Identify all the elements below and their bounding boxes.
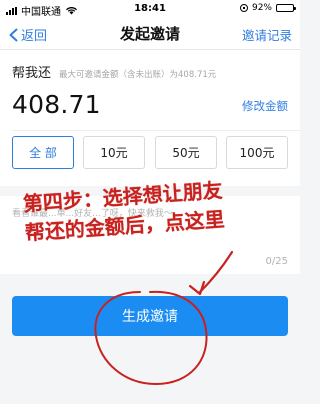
back-label: 返回 [21, 29, 48, 44]
invite-records-link[interactable]: 邀请记录 [242, 25, 292, 44]
help-label: 帮我还 [12, 66, 52, 81]
battery-icon [276, 4, 296, 12]
screen: 中国联通 18:41 92% 返回 发起邀请 邀请记录 帮我还 最大可邀请金额（… [0, 0, 300, 404]
nav-bar: 返回 发起邀请 邀请记录 [0, 17, 300, 50]
amount-option-all[interactable]: 全 部 [12, 136, 74, 169]
divider [12, 130, 300, 131]
amount-option-100[interactable]: 100元 [226, 136, 288, 169]
status-bar: 中国联通 18:41 92% [0, 0, 300, 18]
help-row: 帮我还 最大可邀请金额（含未出账）为408.71元 [12, 62, 216, 81]
character-counter: 0/25 [265, 256, 288, 267]
generate-invite-button[interactable]: 生成邀请 [12, 296, 288, 336]
status-right: 92% [239, 3, 296, 13]
max-amount-hint: 最大可邀请金额（含未出账）为408.71元 [59, 70, 217, 80]
amount-option-10[interactable]: 10元 [83, 136, 145, 169]
orientation-lock-icon [239, 4, 248, 12]
amount-value: 408.71 [12, 90, 101, 119]
back-button[interactable]: 返回 [8, 25, 47, 44]
modify-amount-link[interactable]: 修改金额 [242, 98, 288, 114]
chevron-left-icon [9, 28, 18, 41]
amount-option-50[interactable]: 50元 [155, 136, 217, 169]
battery-percent: 92% [251, 3, 272, 13]
